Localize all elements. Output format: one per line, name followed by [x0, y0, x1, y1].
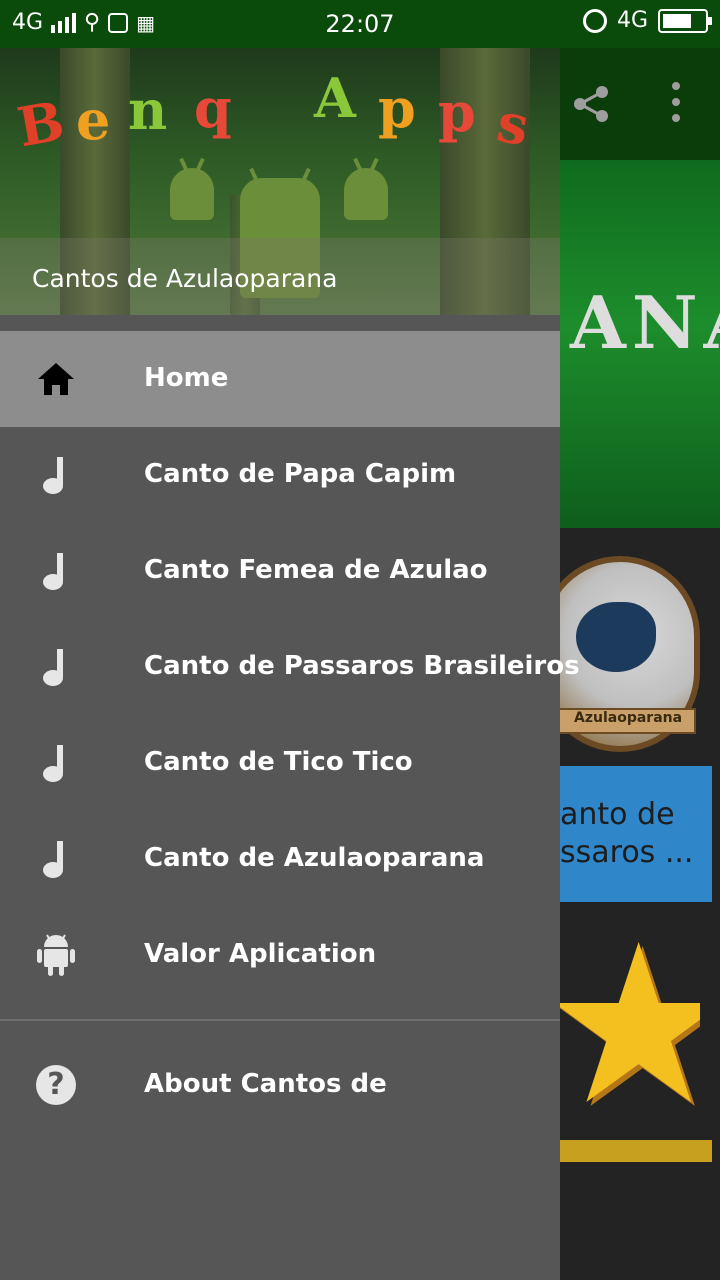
menu-divider	[0, 1019, 560, 1021]
rate-bar	[560, 1140, 712, 1162]
music-note-icon	[34, 839, 78, 879]
alarm-icon	[582, 8, 607, 33]
menu-item-canto-passaros-brasileiros[interactable]: Canto de Passaros Brasileiros	[0, 619, 580, 715]
menu-item-about[interactable]: ? About Cantos de	[0, 1037, 560, 1133]
logo-plate: Azulaoparana	[556, 708, 696, 734]
music-note-icon	[34, 551, 78, 591]
home-icon	[34, 359, 78, 399]
menu-item-label: Valor Aplication	[144, 939, 377, 969]
menu-item-canto-azulaoparana[interactable]: Canto de Azulaoparana	[0, 811, 560, 907]
bird-image	[576, 602, 656, 672]
drawer-header: B e n q A p p s Cantos de Azulaoparana	[0, 48, 560, 315]
status-bar: 4G ⚲ ▦ 22:07 4G	[0, 0, 720, 48]
more-options-icon[interactable]	[660, 78, 690, 128]
share-icon[interactable]	[572, 84, 612, 124]
drawer-header-title: Cantos de Azulaoparana	[32, 264, 338, 293]
music-note-icon	[34, 743, 78, 783]
menu-item-home[interactable]: Home	[0, 331, 560, 427]
song-card-line-1: anto de	[560, 797, 675, 832]
menu-item-label: Canto Femea de Azulao	[144, 555, 488, 585]
menu-item-label: Canto de Papa Capim	[144, 459, 457, 489]
song-card[interactable]: anto de ssaros ...	[560, 766, 712, 902]
network-type-right: 4G	[616, 8, 648, 33]
benq-apps-logo: B e n q A p p s	[12, 66, 534, 160]
song-card-line-2: ssaros ...	[560, 835, 694, 870]
help-icon: ?	[34, 1065, 78, 1105]
banner-text: ANA	[570, 280, 720, 365]
status-right: 4G	[582, 8, 712, 33]
android-figure-icon	[344, 168, 388, 220]
menu-item-label: Canto de Azulaoparana	[144, 843, 485, 873]
menu-item-canto-tico-tico[interactable]: Canto de Tico Tico	[0, 715, 560, 811]
android-figure-icon	[170, 168, 214, 220]
menu-item-label: About Cantos de	[144, 1069, 387, 1099]
navigation-drawer: B e n q A p p s Cantos de Azulaoparana H…	[0, 48, 580, 1280]
menu-item-valor-aplication[interactable]: Valor Aplication	[0, 907, 560, 1003]
menu-item-canto-papa-capim[interactable]: Canto de Papa Capim	[0, 427, 560, 523]
music-note-icon	[34, 455, 78, 495]
android-icon	[34, 934, 78, 976]
menu-item-canto-femea-azulao[interactable]: Canto Femea de Azulao	[0, 523, 560, 619]
rate-star-icon[interactable]: ★	[540, 910, 700, 1140]
menu-item-label: Canto de Tico Tico	[144, 747, 413, 777]
battery-icon	[658, 8, 712, 33]
screen: 4G ⚲ ▦ 22:07 4G AN Azulaoparana anto de …	[0, 0, 720, 1280]
menu-item-label: Canto de Passaros Brasileiros	[144, 651, 580, 681]
drawer-menu: Home Canto de Papa Capim Canto Femea de …	[0, 331, 580, 1133]
menu-item-label: Home	[144, 363, 229, 393]
music-note-icon	[34, 647, 78, 687]
